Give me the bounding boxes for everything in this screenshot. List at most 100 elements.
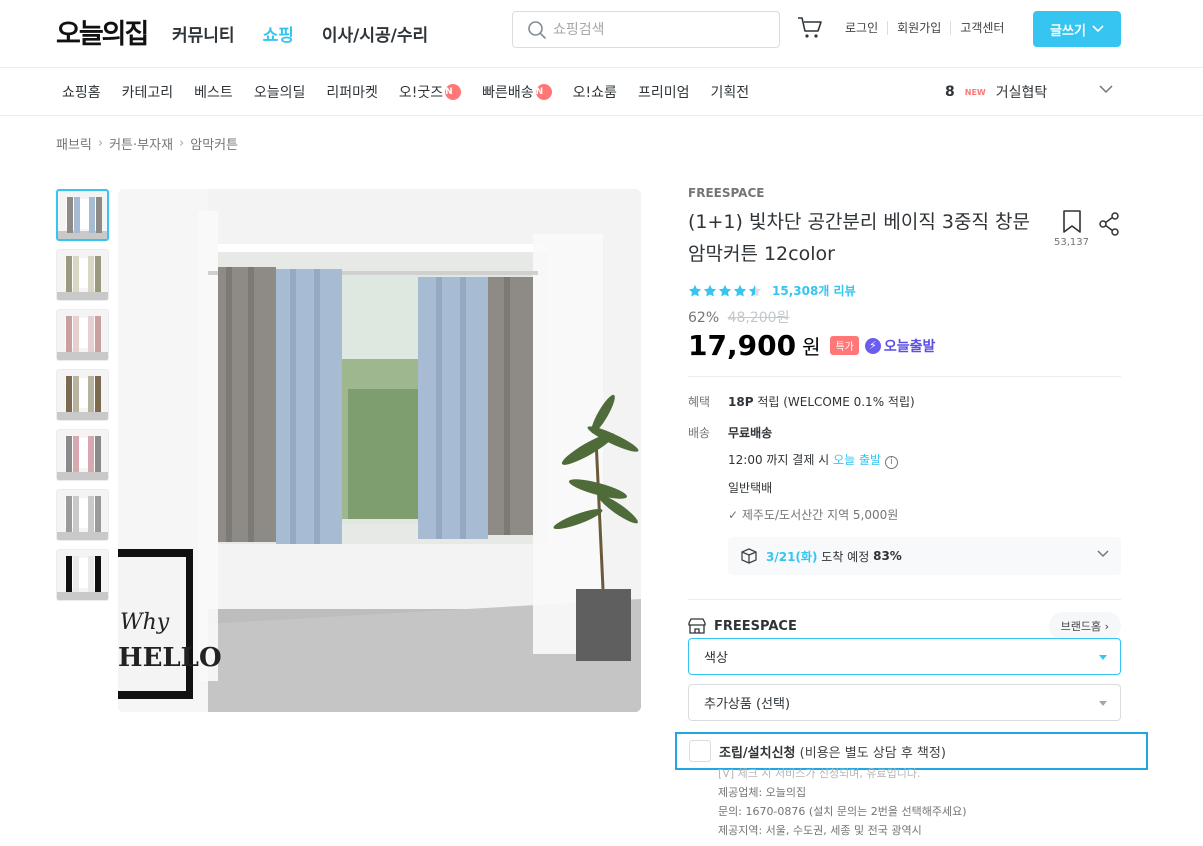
write-button-label: 글쓰기 bbox=[1050, 23, 1086, 39]
subnav-item-label: 쇼핑홈 bbox=[62, 85, 101, 101]
subnav-item[interactable]: 쇼핑홈 bbox=[62, 82, 101, 102]
thumbnail[interactable] bbox=[56, 549, 109, 601]
install-note: (비용은 별도 상담 후 책정) bbox=[799, 746, 946, 761]
install-notes: [V] 체크 시 서비스가 신청되며, 유료입니다. 제공업체: 오늘의집 문의… bbox=[718, 764, 967, 840]
search-input[interactable] bbox=[553, 18, 763, 42]
shipping-type: 일반택배 bbox=[728, 481, 773, 495]
addon-select-value: 추가상품 (선택) bbox=[704, 697, 791, 712]
review-count[interactable]: 15,308개 리뷰 bbox=[772, 282, 856, 299]
trending-keyword[interactable]: 8 NEW 거실협탁 bbox=[945, 82, 1047, 102]
benefit-text: 적립 (WELCOME 0.1% 적립) bbox=[757, 395, 915, 409]
install-checkbox[interactable] bbox=[689, 740, 711, 762]
free-shipping: 무료배송 bbox=[728, 426, 773, 440]
login-link[interactable]: 로그인 bbox=[845, 21, 887, 35]
original-price: 48,200원 bbox=[727, 310, 790, 326]
addon-select[interactable]: 추가상품 (선택) bbox=[688, 684, 1121, 721]
subnav-item[interactable]: 프리미엄 bbox=[638, 82, 690, 102]
subnav-item[interactable]: 리퍼마켓 bbox=[326, 82, 378, 102]
thumbnail[interactable] bbox=[56, 429, 109, 481]
logo[interactable]: 오늘의집 bbox=[56, 12, 149, 51]
share-icon[interactable] bbox=[1098, 212, 1120, 236]
subnav-item[interactable]: 오늘의딜 bbox=[254, 82, 306, 102]
subnav-item-label: 기획전 bbox=[710, 85, 750, 101]
price-meta: 62% 48,200원 bbox=[688, 307, 1121, 327]
subnav-item[interactable]: 기획전 bbox=[710, 82, 749, 102]
today-dispatch-link[interactable]: 오늘 출발 bbox=[833, 453, 881, 467]
seller-name[interactable]: FREESPACE bbox=[714, 619, 797, 634]
benefit-row: 혜택 18P 적립 (WELCOME 0.1% 적립) bbox=[688, 393, 1121, 410]
poster-text: HELLO bbox=[118, 643, 222, 673]
brand-home-button[interactable]: 브랜드홈 › bbox=[1048, 612, 1121, 640]
rating[interactable]: 15,308개 리뷰 bbox=[688, 282, 1121, 299]
thumbnail-list bbox=[56, 189, 109, 609]
new-badge: N bbox=[535, 84, 552, 100]
chevron-right-icon: › bbox=[1104, 620, 1109, 633]
product-title: (1+1) 빛차단 공간분리 베이직 3중직 창문 암막커튼 12color bbox=[688, 211, 1030, 265]
thumbnail[interactable] bbox=[56, 369, 109, 421]
arrival-text: 도착 예정 bbox=[821, 549, 870, 564]
subnav-item[interactable]: 카테고리 bbox=[122, 82, 174, 102]
install-note-line: 문의: 1670-0876 (설치 문의는 2번을 선택해주세요) bbox=[718, 805, 967, 818]
thumbnail[interactable] bbox=[56, 489, 109, 541]
subnav-item-label: 오!쇼룸 bbox=[572, 85, 617, 101]
write-button[interactable]: 글쓰기 bbox=[1033, 11, 1121, 47]
subnav-item-label: 베스트 bbox=[194, 85, 233, 101]
chevron-right-icon: › bbox=[179, 136, 185, 151]
express-badge: ⚡ 오늘출발 bbox=[864, 336, 935, 356]
cutoff-text: 12:00 까지 결제 시 bbox=[728, 453, 830, 467]
breadcrumb: 패브릭 › 커튼·부자재 › 암막커튼 bbox=[56, 134, 238, 153]
shopping-subnav: 쇼핑홈 카테고리 베스트 오늘의딜 리퍼마켓 오!굿즈 N 빠른배송 N 오!쇼룸 프리미엄 기획전 … bbox=[0, 68, 1203, 116]
arrival-pct: 83% bbox=[873, 549, 902, 563]
subnav-item[interactable]: 오!굿즈 N bbox=[399, 82, 462, 102]
chevron-right-icon: › bbox=[97, 136, 104, 151]
poster-text: Why bbox=[120, 610, 170, 635]
subnav-item[interactable]: 오!쇼룸 bbox=[573, 82, 617, 102]
subnav-item-label: 오늘의딜 bbox=[253, 85, 306, 101]
search-icon bbox=[528, 21, 546, 39]
brand-name[interactable]: FREESPACE bbox=[688, 186, 1121, 200]
product-main-image[interactable]: Why HELLO bbox=[118, 189, 641, 712]
breadcrumb-item[interactable]: 커튼·부자재 bbox=[109, 134, 173, 153]
nav-community[interactable]: 커뮤니티 bbox=[172, 21, 235, 46]
main-nav: 커뮤니티 쇼핑 이사/시공/수리 bbox=[172, 21, 428, 46]
benefit-points: 18P bbox=[728, 395, 754, 409]
brand-home-label: 브랜드홈 bbox=[1060, 620, 1102, 633]
thumbnail[interactable] bbox=[56, 309, 109, 361]
seller-row: FREESPACE 브랜드홈 › bbox=[688, 599, 1121, 640]
breadcrumb-item[interactable]: 암막커튼 bbox=[190, 134, 238, 153]
discount-rate: 62% bbox=[688, 310, 720, 326]
subnav-item-label: 프리미엄 bbox=[637, 85, 690, 101]
arrival-date: 3/21(화) bbox=[766, 549, 818, 564]
check-icon: ✓ bbox=[728, 508, 739, 522]
subnav-item[interactable]: 베스트 bbox=[194, 82, 233, 102]
rank-number: 8 bbox=[945, 84, 955, 100]
chevron-down-icon bbox=[1097, 550, 1109, 558]
breadcrumb-item[interactable]: 패브릭 bbox=[56, 134, 92, 153]
shipping-row: 배송 무료배송 12:00 까지 결제 시 오늘 출발 i 일반택배 ✓ 제주도… bbox=[688, 424, 1121, 533]
caret-down-icon bbox=[1099, 701, 1107, 706]
thumbnail[interactable] bbox=[56, 249, 109, 301]
info-icon[interactable]: i bbox=[884, 456, 898, 469]
subnav-item[interactable]: 빠른배송 N bbox=[482, 82, 552, 102]
top-header: 오늘의집 커뮤니티 쇼핑 이사/시공/수리 로그인 회원가입 고객센터 글쓰기 bbox=[0, 0, 1203, 68]
install-title: 조립/설치신청 bbox=[719, 746, 796, 761]
customer-center-link[interactable]: 고객센터 bbox=[950, 21, 1013, 35]
bookmark-button[interactable]: 53,137 bbox=[1054, 210, 1089, 248]
search-box[interactable] bbox=[512, 11, 780, 48]
sale-price: 17,900 bbox=[688, 329, 797, 362]
star-icon bbox=[733, 284, 747, 296]
new-badge: N bbox=[445, 84, 462, 100]
color-select[interactable]: 색상 bbox=[688, 638, 1121, 675]
nav-shopping[interactable]: 쇼핑 bbox=[263, 21, 294, 46]
signup-link[interactable]: 회원가입 bbox=[887, 21, 950, 35]
rank-new-badge: NEW bbox=[964, 87, 986, 97]
thumbnail[interactable] bbox=[56, 189, 109, 241]
chevron-down-icon[interactable] bbox=[1099, 85, 1113, 94]
arrival-estimate[interactable]: 3/21(화) 도착 예정 83% bbox=[728, 537, 1121, 575]
bookmark-count: 53,137 bbox=[1054, 237, 1089, 248]
nav-moving-repair[interactable]: 이사/시공/수리 bbox=[322, 21, 428, 46]
subnav-item-label: 카테고리 bbox=[121, 85, 174, 101]
cart-icon[interactable] bbox=[797, 16, 823, 40]
chevron-down-icon bbox=[1092, 25, 1104, 33]
subnav-item-label: 빠른배송 bbox=[482, 85, 534, 101]
